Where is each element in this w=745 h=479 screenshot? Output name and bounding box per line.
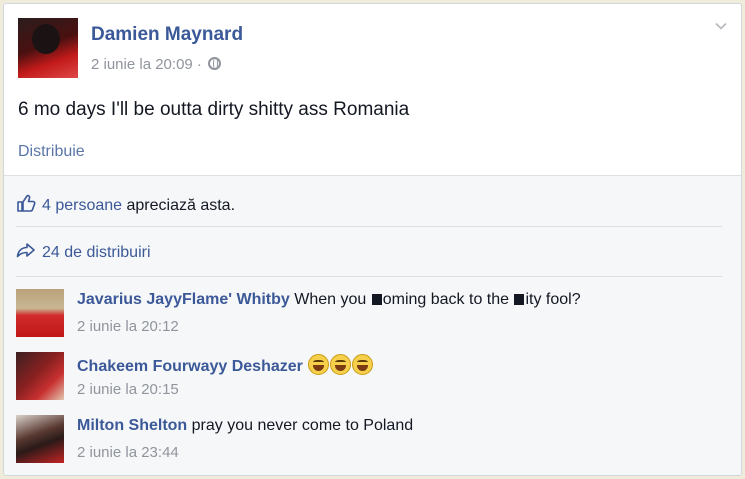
globe-icon[interactable] [208, 57, 222, 70]
comment-item: Chakeem Fourwayy Deshazer 2 iunie la 20:… [16, 352, 722, 402]
comment-text: ity fool? [525, 291, 581, 308]
comment-timestamp[interactable]: 2 iunie la 23:44 [77, 444, 179, 461]
chevron-down-icon[interactable] [715, 20, 727, 32]
comment-text: pray you never come to Poland [187, 417, 414, 434]
post-header: Damien Maynard 2 iunie la 20:09 · [18, 18, 718, 80]
divider [16, 276, 722, 277]
commenter-name[interactable]: Milton Shelton [77, 417, 187, 434]
author-name[interactable]: Damien Maynard [91, 24, 243, 46]
share-arrow-icon [16, 243, 35, 258]
post-card: Damien Maynard 2 iunie la 20:09 · 6 mo d… [3, 3, 742, 476]
shares-count[interactable]: 24 de distribuiri [42, 244, 151, 261]
share-button[interactable]: Distribuie [18, 143, 85, 161]
post-text: 6 mo days I'll be outta dirty shitty ass… [18, 99, 410, 120]
comment-body: Chakeem Fourwayy Deshazer [77, 354, 374, 376]
comment-timestamp[interactable]: 2 iunie la 20:12 [77, 318, 179, 335]
commenter-avatar[interactable] [16, 289, 64, 337]
thumbs-up-icon [17, 194, 36, 212]
divider [16, 226, 722, 227]
commenter-avatar[interactable] [16, 352, 64, 400]
commenter-avatar[interactable] [16, 415, 64, 463]
comment-body: Milton Shelton pray you never come to Po… [77, 417, 413, 435]
comment-text: oming back to the [382, 291, 514, 308]
laughing-emoji-icon [352, 354, 374, 375]
likes-count-link[interactable]: 4 persoane [42, 197, 122, 214]
likes-summary: 4 persoane apreciază asta. [16, 193, 235, 215]
missing-glyph-icon [514, 294, 525, 305]
author-avatar[interactable] [18, 18, 78, 78]
commenter-name[interactable]: Chakeem Fourwayy Deshazer [77, 358, 303, 375]
comment-text: When you [289, 291, 371, 308]
laughing-emoji-icon [330, 354, 352, 375]
comment-timestamp[interactable]: 2 iunie la 20:15 [77, 381, 179, 398]
likes-suffix: apreciază asta. [122, 197, 236, 214]
post-timestamp[interactable]: 2 iunie la 20:09 · [91, 56, 202, 73]
comment-item: Milton Shelton pray you never come to Po… [16, 415, 722, 465]
comment-body: Javarius JayyFlame' Whitby When you omin… [77, 291, 581, 309]
shares-summary[interactable]: 24 de distribuiri [16, 242, 151, 262]
feedback-section: 4 persoane apreciază asta. 24 de distrib… [4, 175, 741, 475]
commenter-name[interactable]: Javarius JayyFlame' Whitby [77, 291, 290, 308]
laughing-emoji-icon [308, 354, 330, 375]
post-meta: 2 iunie la 20:09 · [91, 56, 222, 73]
comment-item: Javarius JayyFlame' Whitby When you omin… [16, 289, 722, 339]
missing-glyph-icon [371, 294, 382, 305]
